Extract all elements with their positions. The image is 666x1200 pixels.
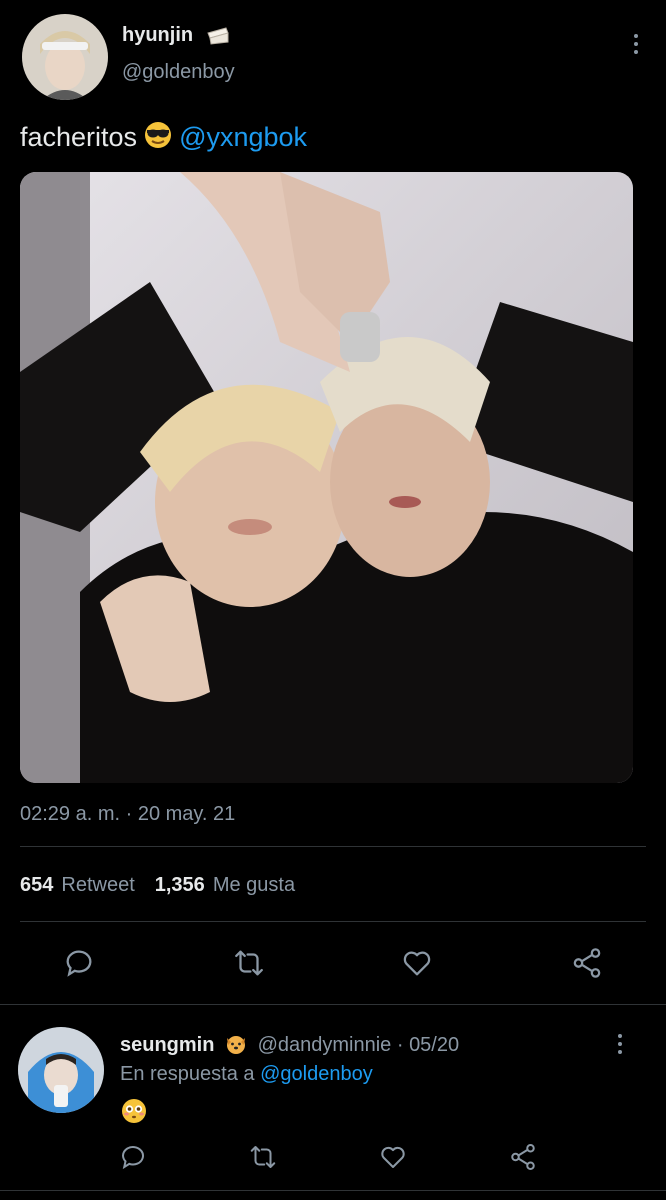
divider xyxy=(20,846,646,847)
retweets-stat[interactable]: 654 Retweet xyxy=(20,874,135,896)
share-icon[interactable] xyxy=(570,946,604,980)
tweet-text-content: facheritos xyxy=(20,122,138,152)
like-icon[interactable] xyxy=(400,946,434,980)
tweet-photo[interactable] xyxy=(20,172,633,783)
reply-display-name[interactable]: seungmin xyxy=(120,1034,214,1056)
retweets-label: Retweet xyxy=(61,874,135,896)
reply-more-options-icon[interactable] xyxy=(616,1034,624,1056)
author-display-name[interactable]: hyunjin xyxy=(122,24,193,47)
flushed-face-emoji-icon xyxy=(120,1097,148,1125)
divider xyxy=(20,921,646,922)
likes-count: 1,356 xyxy=(154,874,205,896)
reply-to-mention[interactable]: @goldenboy xyxy=(260,1063,373,1085)
retweet-icon[interactable] xyxy=(232,946,266,980)
retweets-count: 654 xyxy=(20,874,54,896)
reply-icon[interactable] xyxy=(62,946,96,980)
share-icon[interactable] xyxy=(508,1142,538,1172)
more-options-icon[interactable] xyxy=(632,34,640,56)
likes-stat[interactable]: 1,356 Me gusta xyxy=(155,874,295,896)
retweet-icon[interactable] xyxy=(248,1142,278,1172)
sunglasses-emoji-icon xyxy=(143,120,173,157)
section-divider xyxy=(0,1004,666,1005)
section-divider xyxy=(0,1190,666,1191)
reply-icon[interactable] xyxy=(118,1142,148,1172)
author-handle[interactable]: @goldenboy xyxy=(122,61,235,84)
like-icon[interactable] xyxy=(378,1142,408,1172)
reply-author-avatar[interactable] xyxy=(18,1027,104,1113)
reply-header: seungmin @dandyminnie · 05/20 xyxy=(120,1033,459,1061)
reply-to-line: En respuesta a @goldenboy xyxy=(120,1063,373,1086)
tweet-text: facheritos @yxngbok xyxy=(20,120,307,157)
reply-meta[interactable]: @dandyminnie · 05/20 xyxy=(258,1034,460,1056)
tweet-stats: 654 Retweet 1,356 Me gusta xyxy=(20,874,295,897)
tweet-mention-link[interactable]: @yxngbok xyxy=(179,122,307,152)
likes-label: Me gusta xyxy=(212,874,296,896)
tweet-timestamp[interactable]: 02:29 a. m. · 20 may. 21 xyxy=(20,803,235,826)
author-avatar[interactable] xyxy=(22,14,108,100)
reply-to-prefix: En respuesta a xyxy=(120,1063,255,1085)
puppy-face-emoji-icon xyxy=(224,1033,248,1061)
clapper-board-emoji-icon xyxy=(206,24,230,46)
